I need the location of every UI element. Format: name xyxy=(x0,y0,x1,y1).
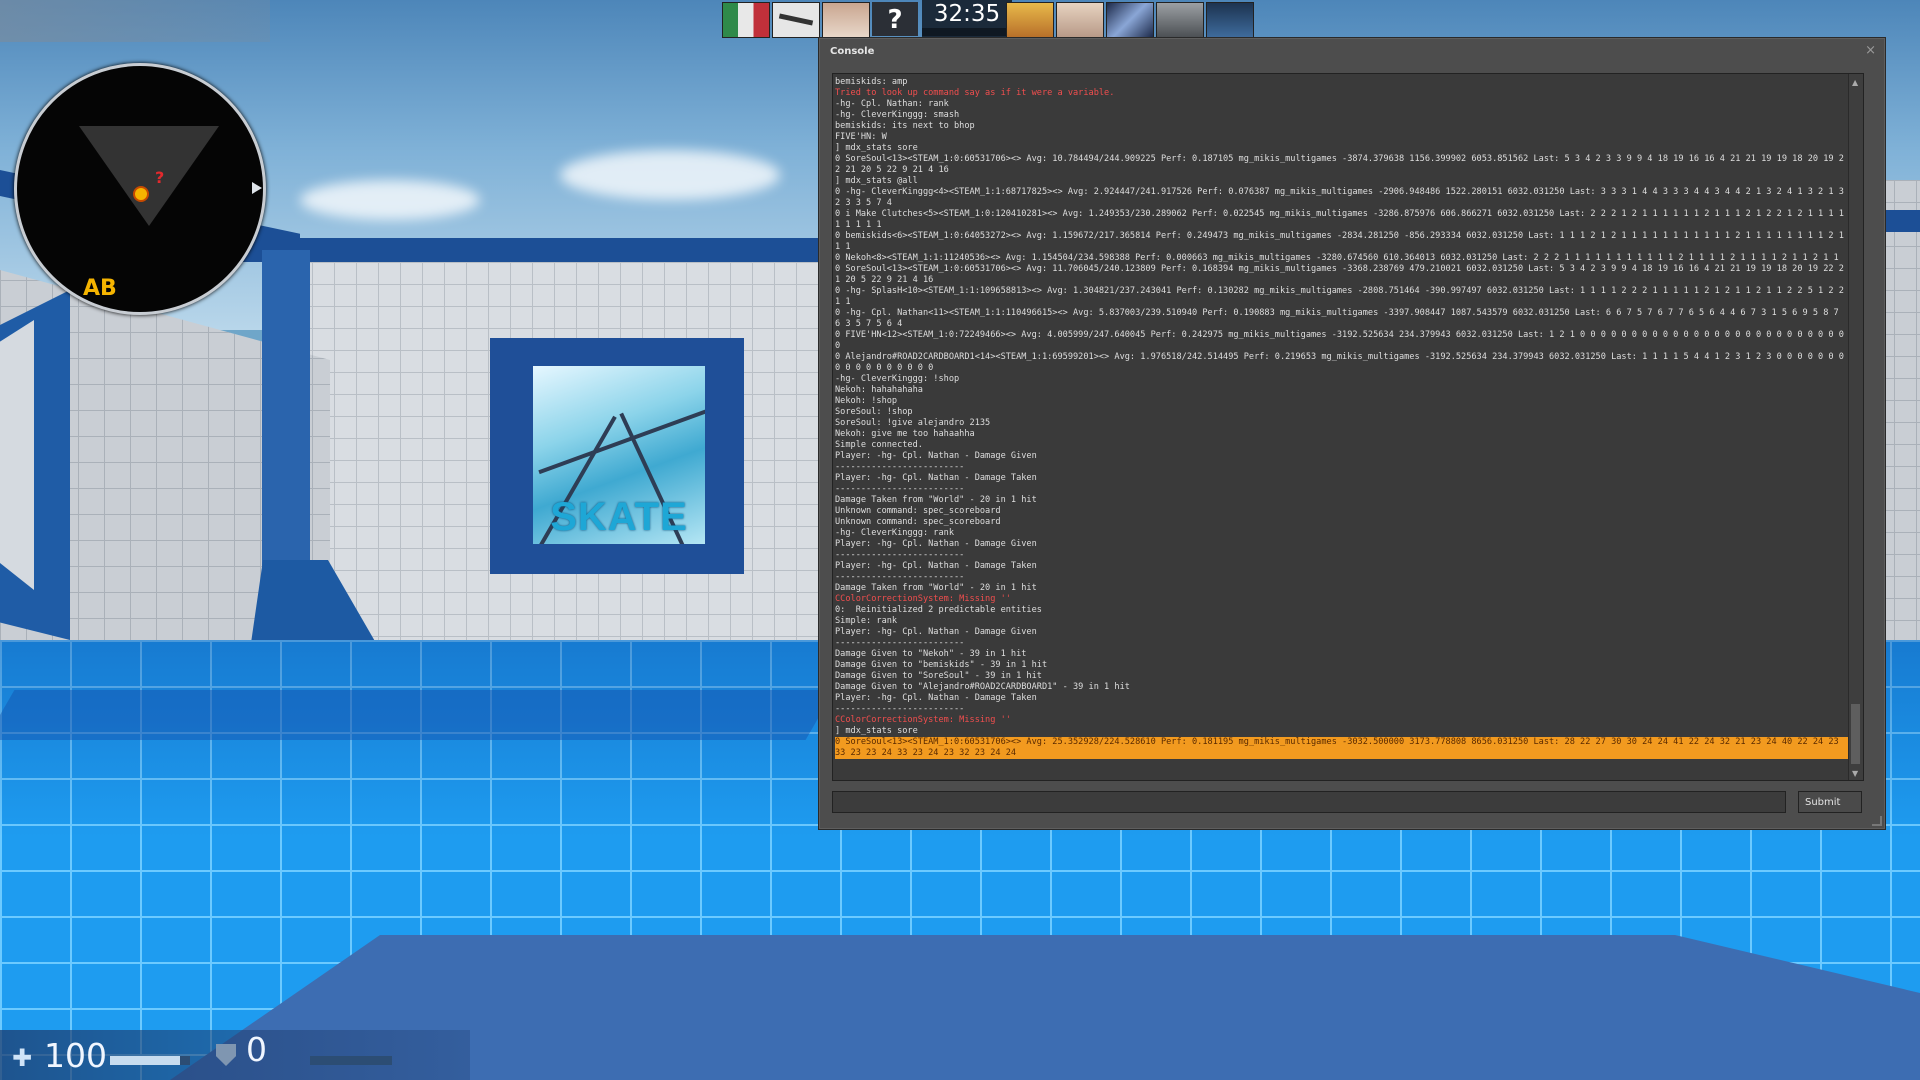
console-line: 0 i Make Clutches<5><STEAM_1:0:120410281… xyxy=(835,209,1850,230)
armor-value: 0 xyxy=(246,1030,267,1069)
console-line: Player: -hg- Cpl. Nathan - Damage Given xyxy=(835,451,1037,461)
console-line: 0 bemiskids<6><STEAM_1:0:64053272><> Avg… xyxy=(835,231,1850,252)
console-line: SoreSoul: !give alejandro 2135 xyxy=(835,418,991,428)
player-avatar xyxy=(822,2,870,38)
console-line: 0 FIVE'HN<12><STEAM_1:0:72249466><> Avg:… xyxy=(835,330,1850,351)
console-line: Nekoh: give me too hahaahha xyxy=(835,429,975,439)
skate-sign: SKATE xyxy=(550,495,688,539)
console-line: Unknown command: spec_scoreboard xyxy=(835,517,1001,527)
console-line: Player: -hg- Cpl. Nathan - Damage Taken xyxy=(835,561,1037,571)
cloud xyxy=(300,180,480,220)
cloud xyxy=(560,150,780,200)
console-line: -hg- Cpl. Nathan: rank xyxy=(835,99,949,109)
radar-minimap: ? AB xyxy=(14,63,266,315)
console-line: 0 Nekoh<8><STEAM_1:1:11240536><> Avg: 1.… xyxy=(835,253,1839,263)
health-bar-fill xyxy=(110,1056,181,1065)
timer-underline xyxy=(922,28,1012,36)
timer-text: 32:35 xyxy=(933,1,1001,27)
console-title: Console xyxy=(830,46,875,57)
console-scrollbar[interactable]: ▲ ▼ xyxy=(1848,74,1863,780)
console-line: Damage Given to "Alejandro#ROAD2CARDBOAR… xyxy=(835,682,1130,692)
console-line: -hg- CleverKinggg: !shop xyxy=(835,374,960,384)
console-line: 0 SoreSoul<13><STEAM_1:0:60531706><> Avg… xyxy=(835,264,1844,285)
floor-shadow-band xyxy=(0,690,835,740)
console-line: SoreSoul: !shop xyxy=(835,407,913,417)
player-bar: ? 32:35 xyxy=(722,0,1254,38)
console-line: 0: Reinitialized 2 predictable entities xyxy=(835,605,1042,615)
radar-bombsite-label: AB xyxy=(83,276,117,301)
console-line: bemiskids: its next to bhop xyxy=(835,121,975,131)
player-avatar xyxy=(722,2,770,38)
console-line: CColorCorrectionSystem: Missing '' xyxy=(835,715,1011,725)
player-avatar xyxy=(1156,2,1204,38)
armor-bar xyxy=(310,1056,392,1065)
health-cross-icon: ✚ xyxy=(12,1044,33,1072)
console-line: Simple connected. xyxy=(835,440,923,450)
console-line: bemiskids: amp xyxy=(835,77,908,87)
health-armor-hud: ✚ 100 0 xyxy=(0,1030,470,1080)
console-line: 0 Alejandro#ROAD2CARDBOARD1<14><STEAM_1:… xyxy=(835,352,1850,373)
console-line: Nekoh: !shop xyxy=(835,396,898,406)
console-line: Damage Given to "bemiskids" - 39 in 1 hi… xyxy=(835,660,1048,670)
console-window[interactable]: Console × bemiskids: amp Tried to look up… xyxy=(819,38,1885,829)
radar-view-cone xyxy=(79,126,219,226)
console-line: ] mdx_stats sore xyxy=(835,726,918,736)
armor-shield-icon xyxy=(216,1044,236,1066)
console-lines: bemiskids: amp Tried to look up command s… xyxy=(835,77,1849,759)
console-line: Player: -hg- Cpl. Nathan - Damage Taken xyxy=(835,693,1037,703)
round-timer: 32:35 xyxy=(922,0,1012,38)
console-line: ------------------------- xyxy=(835,704,965,714)
top-left-banner xyxy=(0,0,270,42)
console-line: ] mdx_stats sore xyxy=(835,143,918,153)
console-command-input[interactable] xyxy=(832,791,1786,813)
player-avatar xyxy=(1106,2,1154,38)
console-line: ------------------------- xyxy=(835,484,965,494)
submit-button[interactable]: Submit xyxy=(1798,791,1862,813)
console-line: Damage Taken from "World" - 20 in 1 hit xyxy=(835,583,1037,593)
console-line: FIVE'HN: W xyxy=(835,132,887,142)
scroll-down-icon[interactable]: ▼ xyxy=(1852,769,1858,778)
console-line: 0 SoreSoul<13><STEAM_1:0:60531706><> Avg… xyxy=(835,154,1844,175)
wall-panel-inner xyxy=(0,320,34,590)
player-avatar xyxy=(772,2,820,38)
console-line: Damage Given to "SoreSoul" - 39 in 1 hit xyxy=(835,671,1042,681)
health-value: 100 xyxy=(44,1036,107,1075)
console-line: 0 -hg- Cpl. Nathan<11><STEAM_1:1:1104966… xyxy=(835,308,1844,329)
console-line: ------------------------- xyxy=(835,550,965,560)
console-line: -hg- CleverKinggg: rank xyxy=(835,528,954,538)
radar-north-arrow-icon xyxy=(252,182,262,194)
console-line: Simple: rank xyxy=(835,616,898,626)
console-line: 0 -hg- CleverKinggg<4><STEAM_1:1:6871782… xyxy=(835,187,1850,208)
console-line: Unknown command: spec_scoreboard xyxy=(835,506,1001,516)
console-line: Damage Given to "Nekoh" - 39 in 1 hit xyxy=(835,649,1027,659)
console-line: Damage Taken from "World" - 20 in 1 hit xyxy=(835,495,1037,505)
close-icon[interactable]: × xyxy=(1865,43,1876,58)
scroll-up-icon[interactable]: ▲ xyxy=(1852,78,1858,87)
player-avatar xyxy=(1006,2,1054,38)
console-line: -hg- CleverKinggg: smash xyxy=(835,110,960,120)
console-line: Tried to look up command say as if it we… xyxy=(835,88,1115,98)
console-line: Player: -hg- Cpl. Nathan - Damage Given xyxy=(835,627,1037,637)
radar-unknown-icon: ? xyxy=(155,168,165,187)
console-line: Nekoh: hahahahaha xyxy=(835,385,923,395)
wall-trim xyxy=(240,238,840,262)
console-line: ------------------------- xyxy=(835,638,965,648)
resize-grip-icon[interactable] xyxy=(1872,816,1882,826)
console-line: Player: -hg- Cpl. Nathan - Damage Taken xyxy=(835,473,1037,483)
console-line: Player: -hg- Cpl. Nathan - Damage Given xyxy=(835,539,1037,549)
player-unknown-avatar: ? xyxy=(872,2,918,36)
console-line: 0 -hg- SplasH<10><STEAM_1:1:109658813><>… xyxy=(835,286,1850,307)
console-line: 0 SoreSoul<13><STEAM_1:0:60531706><> Avg… xyxy=(835,737,1849,759)
player-avatar xyxy=(1056,2,1104,38)
console-line: ------------------------- xyxy=(835,572,965,582)
console-output[interactable]: bemiskids: amp Tried to look up command s… xyxy=(832,73,1864,781)
console-line: ] mdx_stats @all xyxy=(835,176,918,186)
player-avatar xyxy=(1206,2,1254,38)
console-line: ------------------------- xyxy=(835,462,965,472)
scrollbar-thumb[interactable] xyxy=(1851,704,1860,764)
console-line: CColorCorrectionSystem: Missing '' xyxy=(835,594,1011,604)
radar-player-marker xyxy=(133,186,149,202)
health-bar xyxy=(110,1056,190,1065)
